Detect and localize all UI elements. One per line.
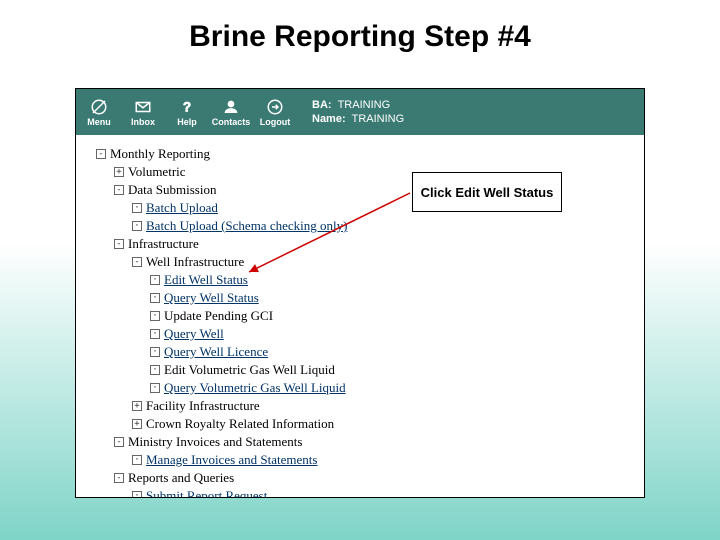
- topbar-icon-row: Menu Inbox ? Help Contacts: [82, 97, 292, 127]
- contacts-button[interactable]: Contacts: [214, 97, 248, 127]
- tree-query-well-status[interactable]: · Query Well Status: [150, 289, 634, 307]
- expand-icon[interactable]: +: [132, 419, 142, 429]
- tree-infrastructure[interactable]: - Infrastructure: [114, 235, 634, 253]
- tree-edit-well-status[interactable]: · Edit Well Status: [150, 271, 634, 289]
- person-icon: [221, 97, 241, 117]
- leaf-icon: ·: [132, 491, 142, 498]
- tree-label: Reports and Queries: [128, 469, 234, 487]
- tree-label[interactable]: Query Well Licence: [164, 343, 268, 361]
- leaf-icon: ·: [150, 365, 160, 375]
- tree-label[interactable]: Query Well Status: [164, 289, 259, 307]
- app-window: Menu Inbox ? Help Contacts: [75, 88, 645, 498]
- leaf-icon: ·: [132, 203, 142, 213]
- tree-ministry-invoices[interactable]: - Ministry Invoices and Statements: [114, 433, 634, 451]
- globe-slash-icon: [89, 97, 109, 117]
- collapse-icon[interactable]: -: [96, 149, 106, 159]
- logout-label: Logout: [260, 117, 291, 127]
- topbar: Menu Inbox ? Help Contacts: [76, 89, 644, 135]
- tree-label[interactable]: Batch Upload: [146, 199, 218, 217]
- slide-title: Brine Reporting Step #4: [0, 20, 720, 54]
- tree-label[interactable]: Submit Report Request: [146, 487, 267, 498]
- leaf-icon: ·: [150, 311, 160, 321]
- instruction-callout: Click Edit Well Status: [412, 172, 562, 212]
- question-icon: ?: [177, 97, 197, 117]
- tree-label: Crown Royalty Related Information: [146, 415, 334, 433]
- collapse-icon[interactable]: -: [114, 239, 124, 249]
- tree-edit-vol-gas-well-liquid[interactable]: · Edit Volumetric Gas Well Liquid: [150, 361, 634, 379]
- tree-label[interactable]: Edit Volumetric Gas Well Liquid: [164, 361, 335, 379]
- tree-query-well-licence[interactable]: · Query Well Licence: [150, 343, 634, 361]
- tree-facility-infrastructure[interactable]: + Facility Infrastructure: [132, 397, 634, 415]
- tree-label: Well Infrastructure: [146, 253, 244, 271]
- collapse-icon[interactable]: -: [114, 473, 124, 483]
- tree-batch-upload-schema[interactable]: · Batch Upload (Schema checking only): [132, 217, 634, 235]
- tree-query-well[interactable]: · Query Well: [150, 325, 634, 343]
- logout-icon: [265, 97, 285, 117]
- tree-label: Ministry Invoices and Statements: [128, 433, 302, 451]
- tree-manage-invoices[interactable]: · Manage Invoices and Statements: [132, 451, 634, 469]
- tree-label[interactable]: Query Well: [164, 325, 224, 343]
- tree-label[interactable]: Query Volumetric Gas Well Liquid: [164, 379, 346, 397]
- leaf-icon: ·: [150, 329, 160, 339]
- logout-button[interactable]: Logout: [258, 97, 292, 127]
- leaf-icon: ·: [150, 383, 160, 393]
- tree-label: Data Submission: [128, 181, 216, 199]
- tree-update-pending-gci[interactable]: · Update Pending GCI: [150, 307, 634, 325]
- help-label: Help: [177, 117, 197, 127]
- leaf-icon: ·: [150, 275, 160, 285]
- inbox-button[interactable]: Inbox: [126, 97, 160, 127]
- ba-info-block: BA: TRAINING Name: TRAINING: [312, 98, 404, 126]
- tree-label[interactable]: Edit Well Status: [164, 271, 248, 289]
- tree-query-vol-gas-well-liquid[interactable]: · Query Volumetric Gas Well Liquid: [150, 379, 634, 397]
- tree-reports-queries[interactable]: - Reports and Queries: [114, 469, 634, 487]
- tree-label: Volumetric: [128, 163, 186, 181]
- tree-label[interactable]: Manage Invoices and Statements: [146, 451, 317, 469]
- tree-monthly-reporting[interactable]: - Monthly Reporting: [96, 145, 634, 163]
- envelope-icon: [133, 97, 153, 117]
- tree-label: Infrastructure: [128, 235, 199, 253]
- collapse-icon[interactable]: -: [114, 185, 124, 195]
- tree-label: Monthly Reporting: [110, 145, 210, 163]
- ba-value: TRAINING: [338, 98, 391, 112]
- tree-well-infrastructure[interactable]: - Well Infrastructure: [132, 253, 634, 271]
- tree-label: Facility Infrastructure: [146, 397, 260, 415]
- collapse-icon[interactable]: -: [132, 257, 142, 267]
- contacts-label: Contacts: [212, 117, 251, 127]
- tree-crown-royalty[interactable]: + Crown Royalty Related Information: [132, 415, 634, 433]
- tree-label[interactable]: Update Pending GCI: [164, 307, 273, 325]
- inbox-label: Inbox: [131, 117, 155, 127]
- leaf-icon: ·: [150, 293, 160, 303]
- leaf-icon: ·: [132, 455, 142, 465]
- leaf-icon: ·: [150, 347, 160, 357]
- menu-label: Menu: [87, 117, 111, 127]
- svg-text:?: ?: [183, 100, 191, 115]
- expand-icon[interactable]: +: [132, 401, 142, 411]
- expand-icon[interactable]: +: [114, 167, 124, 177]
- menu-button[interactable]: Menu: [82, 97, 116, 127]
- name-label: Name:: [312, 112, 346, 126]
- tree-label[interactable]: Batch Upload (Schema checking only): [146, 217, 347, 235]
- ba-label: BA:: [312, 98, 332, 112]
- tree-submit-report[interactable]: · Submit Report Request: [132, 487, 634, 498]
- help-button[interactable]: ? Help: [170, 97, 204, 127]
- leaf-icon: ·: [132, 221, 142, 231]
- collapse-icon[interactable]: -: [114, 437, 124, 447]
- name-value: TRAINING: [352, 112, 405, 126]
